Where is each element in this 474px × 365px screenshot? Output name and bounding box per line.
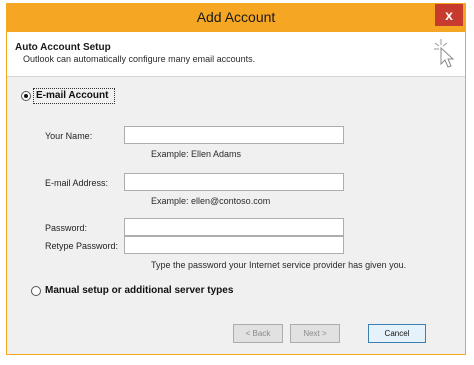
wizard-sparkle-cursor-icon	[434, 39, 455, 68]
your-name-input[interactable]	[124, 126, 344, 144]
header-panel: Auto Account Setup Outlook can automatic…	[7, 32, 465, 77]
email-address-input[interactable]	[124, 173, 344, 191]
password-input[interactable]	[124, 218, 344, 236]
back-button[interactable]: < Back	[233, 324, 283, 343]
add-account-dialog: Add Account x Auto Account Setup Outlook…	[6, 3, 466, 355]
your-name-label: Your Name:	[45, 131, 93, 141]
cancel-button[interactable]: Cancel	[368, 324, 426, 343]
email-address-label: E-mail Address:	[45, 178, 109, 188]
email-account-label[interactable]: E-mail Account	[36, 90, 108, 101]
password-hint: Type the password your Internet service …	[151, 260, 407, 270]
header-subtitle: Outlook can automatically configure many…	[23, 54, 256, 64]
password-label: Password:	[45, 223, 88, 233]
email-address-example: Example: ellen@contoso.com	[151, 196, 271, 206]
manual-setup-radio[interactable]	[31, 286, 41, 296]
next-button[interactable]: Next >	[290, 324, 340, 343]
email-account-radio[interactable]	[21, 91, 31, 101]
header-title: Auto Account Setup	[15, 42, 111, 53]
retype-password-label: Retype Password:	[45, 241, 119, 251]
your-name-example: Example: Ellen Adams	[151, 149, 242, 159]
close-button[interactable]: x	[435, 4, 463, 26]
retype-password-input[interactable]	[124, 236, 344, 254]
window-title: Add Account	[196, 9, 276, 25]
title-bar[interactable]: Add Account x	[7, 4, 465, 32]
manual-setup-label[interactable]: Manual setup or additional server types	[45, 285, 233, 296]
